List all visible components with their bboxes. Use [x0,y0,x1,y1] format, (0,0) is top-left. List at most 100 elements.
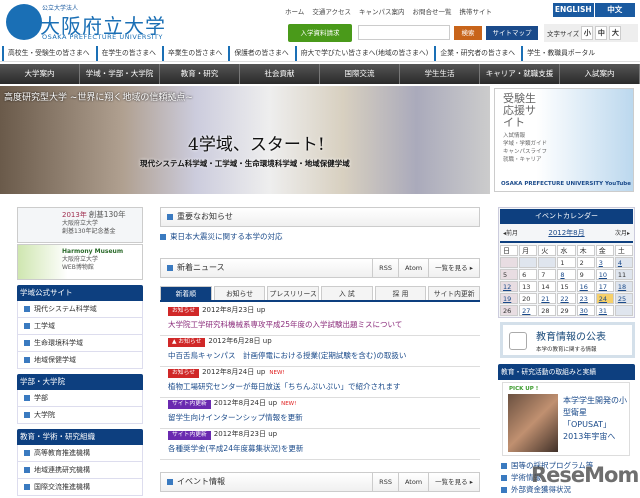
font-medium[interactable]: 中 [595,26,608,40]
news-tab[interactable]: プレスリリース [267,286,320,300]
calendar-day[interactable]: 10 [595,269,614,280]
calendar-day[interactable]: 17 [595,281,614,292]
sidebar-item[interactable]: 地域連携研究機構 [17,462,143,479]
sidebar-item[interactable]: 学部 [17,390,143,407]
calendar-day[interactable]: 12 [500,281,519,292]
pickup-card[interactable]: PICK UP ! 本学学生開発の小型衛星「OPUSAT」2013年宇宙へ [502,382,630,456]
calendar-empty [500,257,519,268]
global-nav-item[interactable]: 学域・学部・大学院 [80,64,160,84]
font-small[interactable]: 小 [581,26,594,40]
important-notice-header: 重要なお知らせ [160,207,480,227]
applicant-support-banner[interactable]: 受験生応援サイト 入試情報 学域・学類ガイド キャンパスライフ 就職・キャリア … [494,88,634,192]
news-tab[interactable]: 採 用 [374,286,427,300]
calendar-day[interactable]: 24 [595,293,614,304]
event-calendar: イベントカレンダー ◂前月 2012年8月 次月▸ 日月火水木金土123456789… [498,207,635,318]
news-tag: サイト内更新 [168,431,211,440]
section-title: 新着ニュース [177,263,225,272]
education-info-banner[interactable]: 教育情報の公表 本学の教育に関する情報 [500,322,635,358]
calendar-day[interactable]: 27 [519,305,538,316]
rss-link[interactable]: RSS [372,473,398,491]
rss-link[interactable]: RSS [372,259,398,277]
prev-month[interactable]: ◂前月 [503,228,518,237]
event-list-link[interactable]: 一覧を見る ▸ [428,473,479,491]
calendar-day[interactable]: 23 [576,293,595,304]
important-link[interactable]: 東日本大震災に関する本学の対応 [160,231,283,242]
news-item[interactable]: お知らせ 2012年8月23日 up 大学院工学研究科機械系専攻平成25年度の入学試… [160,305,480,336]
global-nav-item[interactable]: 社会貢献 [240,64,320,84]
calendar-day[interactable]: 22 [557,293,576,304]
calendar-day[interactable]: 3 [595,257,614,268]
audience-link[interactable]: 高校生・受験生の皆さまへ [2,46,94,61]
link-text: 東日本大震災に関する本学の対応 [170,232,283,241]
lang-chinese[interactable]: 中文 [593,3,636,17]
bullet-icon [24,357,30,363]
sidebar-item[interactable]: 地域保健学域 [17,352,143,369]
lang-english[interactable]: ENGLISH [553,3,594,17]
sidebar-item[interactable]: 工学域 [17,318,143,335]
calendar-day[interactable]: 19 [500,293,519,304]
news-title[interactable]: 中百舌鳥キャンパス 計画停電における授業(定期試験を含む)の取扱い [160,350,480,361]
audience-link[interactable]: 卒業生の皆さまへ [161,46,226,61]
museum-banner[interactable]: Harmony Museum 大阪府立大学 WEB博物館 [17,244,143,280]
news-tab[interactable]: サイト内更新 [428,286,481,300]
audience-link[interactable]: 企業・研究者の皆さまへ [434,46,519,61]
global-nav-item[interactable]: 国際交流 [320,64,400,84]
news-item[interactable]: ▲ お知らせ 2012年6月28日 up 中百舌鳥キャンパス 計画停電における授業(… [160,336,480,367]
sidebar-item[interactable]: 現代システム科学域 [17,301,143,318]
news-title[interactable]: 留学生向けインターンシップ情報を更新 [160,412,480,423]
calendar-day[interactable]: 18 [614,281,633,292]
font-large[interactable]: 大 [609,26,622,40]
top-link-home[interactable]: ホーム [285,6,304,16]
news-tabs: 新着順 お知らせ プレスリリース入 試採 用サイト内更新 [160,286,481,302]
search-input[interactable] [358,25,450,40]
sidebar-item[interactable]: 大学院 [17,407,143,424]
hero-banner[interactable]: 高度研究型大学 ~世界に翔く地域の信頼拠点~ 4学域、スタート! 現代システム科… [0,86,490,194]
search-button[interactable]: 検索 [454,26,482,40]
audience-link[interactable]: 学生・教職員ポータル [521,46,599,61]
audience-link[interactable]: 府大で学びたい皆さまへ(地域の皆さまへ) [294,46,433,61]
news-item[interactable]: サイト内更新 2012年8月23日 up 各種奨学金(平成24年度募集状況)を更新 [160,429,480,460]
calendar-day[interactable]: 8 [557,269,576,280]
news-title[interactable]: 大学院工学研究科機械系専攻平成25年度の入学試験出題ミスについて [160,319,480,330]
bullet-icon [24,340,30,346]
sidebar-item[interactable]: 国際交流推進機構 [17,479,143,496]
banner-year: 2013年 [62,211,87,219]
audience-link[interactable]: 在学生の皆さまへ [95,46,160,61]
request-materials-button[interactable]: 入学資料請求 [288,24,352,42]
atom-link[interactable]: Atom [397,473,428,491]
news-item[interactable]: サイト内更新 2012年8月24日 up NEW! 留学生向けインターンシップ情報を更… [160,398,480,429]
atom-link[interactable]: Atom [397,259,428,277]
sidebar-item[interactable]: 生命環境科学域 [17,335,143,352]
calendar-day[interactable]: 30 [576,305,595,316]
global-nav-item[interactable]: キャリア・就職支援 [480,64,560,84]
calendar-day[interactable]: 4 [614,257,633,268]
sidebar-item[interactable]: 高等教育推進機構 [17,445,143,462]
top-link-contact[interactable]: お問合せ一覧 [413,6,452,16]
sitemap-button[interactable]: サイトマップ [486,26,538,40]
anniversary-banner[interactable]: 2013年 創基130年 大阪府立大学 創基130年記念基金 [17,207,143,243]
audience-link[interactable]: 保護者の皆さまへ [228,46,292,61]
top-link-mobile[interactable]: 携帯サイト [460,6,493,16]
news-tab[interactable]: 入 試 [321,286,373,300]
current-month[interactable]: 2012年8月 [548,228,584,237]
top-link-campus[interactable]: キャンパス案内 [359,6,405,16]
bullet-icon [501,475,507,481]
calendar-day[interactable]: 25 [614,293,633,304]
news-item[interactable]: お知らせ 2012年8月24日 up NEW! 植物工場研究センターが毎日放送「ちちん… [160,367,480,398]
news-list-link[interactable]: 一覧を見る ▸ [428,259,479,277]
calendar-day[interactable]: 31 [595,305,614,316]
university-logo-icon[interactable] [6,4,42,40]
news-title[interactable]: 植物工場研究センターが毎日放送「ちちんぷいぷい」で紹介されます [160,381,480,392]
global-nav-item[interactable]: 入試案内 [560,64,640,84]
calendar-day[interactable]: 21 [538,293,557,304]
global-nav-item[interactable]: 学生生活 [400,64,480,84]
global-nav-item[interactable]: 教育・研究 [160,64,240,84]
next-month[interactable]: 次月▸ [615,228,630,237]
news-title[interactable]: 各種奨学金(平成24年度募集状況)を更新 [160,443,480,454]
calendar-day[interactable]: 16 [576,281,595,292]
news-tab[interactable]: お知らせ [213,286,266,300]
news-tab[interactable]: 新着順 [160,286,212,300]
global-nav-item[interactable]: 大学案内 [0,64,80,84]
top-link-access[interactable]: 交通アクセス [312,6,351,16]
bullet-icon [501,463,507,469]
